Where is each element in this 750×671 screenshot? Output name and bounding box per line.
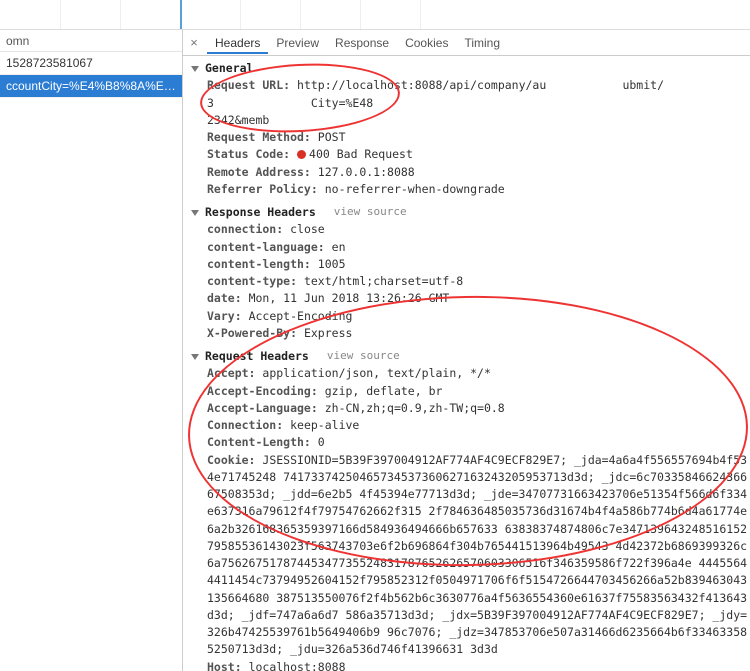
chevron-down-icon: [191, 66, 199, 72]
content-length-value: 0: [318, 435, 325, 449]
tab-cookies[interactable]: Cookies: [397, 32, 456, 54]
content-length-label: Content-Length:: [207, 435, 311, 449]
cookie-row: Cookie: JSESSIONID=5B39F397004912AF774AF…: [191, 452, 750, 659]
response-header-key: content-language:: [207, 240, 325, 254]
connection-value: keep-alive: [290, 418, 359, 432]
accept-encoding-value: gzip, deflate, br: [325, 384, 443, 398]
response-header-value: close: [290, 222, 325, 236]
response-header-value: Express: [304, 326, 352, 340]
view-source-link[interactable]: view source: [327, 348, 400, 365]
referrer-policy-label: Referrer Policy:: [207, 182, 318, 196]
response-header-key: content-length:: [207, 257, 311, 271]
request-method-label: Request Method:: [207, 130, 311, 144]
accept-language-value: zh-CN,zh;q=0.9,zh-TW;q=0.8: [325, 401, 505, 415]
response-header-key: connection:: [207, 222, 283, 236]
general-section: General Request URL: http://localhost:80…: [191, 60, 750, 198]
response-header-key: X-Powered-By:: [207, 326, 297, 340]
request-method-value: POST: [318, 130, 346, 144]
tab-headers[interactable]: Headers: [207, 32, 268, 54]
general-title: General: [205, 60, 253, 77]
response-header-value: text/html;charset=utf-8: [304, 274, 463, 288]
response-header-value: en: [332, 240, 346, 254]
response-header-value: Accept-Encoding: [249, 309, 353, 323]
close-icon[interactable]: ×: [187, 35, 201, 50]
request-headers-header[interactable]: Request Headers view source: [191, 348, 750, 365]
response-header-key: date:: [207, 291, 242, 305]
response-header-row: date: Mon, 11 Jun 2018 13:26:26 GMT: [191, 290, 750, 307]
response-headers-header[interactable]: Response Headers view source: [191, 204, 750, 221]
details-tab-bar: × Headers Preview Response Cookies Timin…: [183, 30, 750, 56]
response-header-row: connection: close: [191, 221, 750, 238]
cookie-value: JSESSIONID=5B39F397004912AF774AF4C9ECF82…: [207, 453, 747, 657]
response-headers-title: Response Headers: [205, 204, 316, 221]
timeline-strip: [0, 0, 750, 30]
details-pane: × Headers Preview Response Cookies Timin…: [183, 30, 750, 671]
request-headers-section: Request Headers view source Accept: appl…: [191, 348, 750, 671]
response-header-value: Mon, 11 Jun 2018 13:26:26 GMT: [249, 291, 450, 305]
status-code-label: Status Code:: [207, 147, 290, 161]
response-header-value: 1005: [318, 257, 346, 271]
status-code-value: 400 Bad Request: [309, 147, 413, 161]
accept-label: Accept:: [207, 366, 255, 380]
remote-address-value: 127.0.0.1:8088: [318, 165, 415, 179]
response-header-row: Vary: Accept-Encoding: [191, 308, 750, 325]
host-value: localhost:8088: [249, 660, 346, 671]
cookie-label: Cookie:: [207, 453, 255, 467]
response-header-row: X-Powered-By: Express: [191, 325, 750, 342]
accept-value: application/json, text/plain, */*: [262, 366, 490, 380]
response-headers-section: Response Headers view source connection:…: [191, 204, 750, 342]
request-row[interactable]: 1528723581067: [0, 52, 182, 75]
request-url-value-2: 2342&memb: [207, 113, 269, 127]
response-header-key: Vary:: [207, 309, 242, 323]
tab-response[interactable]: Response: [327, 32, 397, 54]
response-header-row: content-type: text/html;charset=utf-8: [191, 273, 750, 290]
headers-panel: General Request URL: http://localhost:80…: [183, 56, 750, 671]
request-headers-title: Request Headers: [205, 348, 309, 365]
accept-encoding-label: Accept-Encoding:: [207, 384, 318, 398]
host-label: Host:: [207, 660, 242, 671]
view-source-link[interactable]: view source: [334, 204, 407, 221]
tab-timing[interactable]: Timing: [456, 32, 508, 54]
request-url-label: Request URL:: [207, 78, 290, 92]
request-list-pane: omn 1528723581067 ccountCity=%E4%B8%8A%E…: [0, 30, 183, 671]
accept-language-label: Accept-Language:: [207, 401, 318, 415]
chevron-down-icon: [191, 354, 199, 360]
response-header-key: content-type:: [207, 274, 297, 288]
timeline-marker[interactable]: [180, 0, 182, 29]
connection-label: Connection:: [207, 418, 283, 432]
general-header[interactable]: General: [191, 60, 750, 77]
chevron-down-icon: [191, 210, 199, 216]
response-header-row: content-length: 1005: [191, 256, 750, 273]
response-header-row: content-language: en: [191, 239, 750, 256]
remote-address-label: Remote Address:: [207, 165, 311, 179]
tab-preview[interactable]: Preview: [268, 32, 327, 54]
status-dot-icon: [297, 150, 306, 159]
column-header[interactable]: omn: [0, 30, 182, 52]
request-row-selected[interactable]: ccountCity=%E4%B8%8A%E6%B5%...: [0, 75, 182, 98]
referrer-policy-value: no-referrer-when-downgrade: [325, 182, 505, 196]
